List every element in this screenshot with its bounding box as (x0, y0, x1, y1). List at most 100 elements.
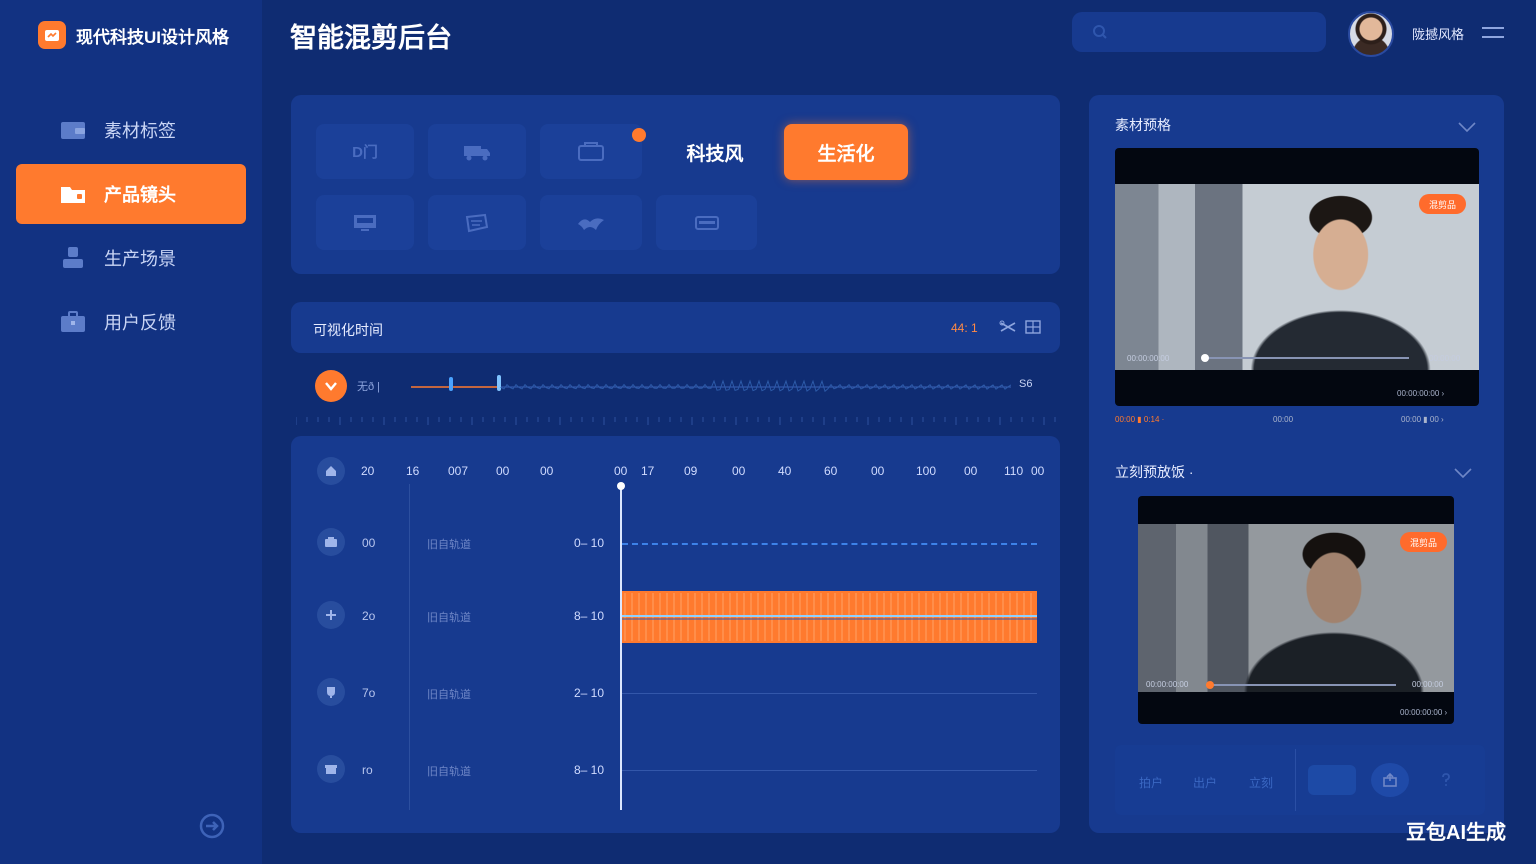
brand-logo-icon (38, 21, 66, 49)
chevron-down-icon[interactable] (1453, 467, 1473, 479)
playhead[interactable] (620, 484, 622, 810)
ruler-tick-label: 00 (871, 464, 885, 478)
style-tile-ticket[interactable] (428, 195, 526, 250)
video-badge: 混剪品 (1400, 532, 1448, 552)
playhead-handle[interactable] (617, 482, 625, 490)
page-title: 智能混剪后台 (290, 23, 452, 53)
preview-meta-row: 00:00 ▮ 0:14 · 00:00 00:00 ▮ 00 › (1115, 415, 1479, 429)
video-progress[interactable] (1201, 354, 1409, 362)
ruler-tick-label: 00 (496, 464, 510, 478)
timeline-tools (999, 320, 1041, 334)
sidebar-item-label: 产品镜头 (104, 185, 176, 205)
upload-button[interactable] (1371, 763, 1409, 797)
sidebar-item-material-tags[interactable]: 素材标签 (16, 100, 246, 160)
track-line (622, 693, 1037, 694)
avatar[interactable] (1348, 11, 1394, 57)
ruler-tick-label: 110 (1004, 464, 1024, 478)
control-label[interactable]: 出户 (1193, 774, 1217, 791)
wallet-icon (60, 117, 86, 143)
upload-icon (1383, 772, 1397, 787)
track-row[interactable]: 00 旧自轨道 0– 10 (291, 524, 1060, 564)
camera-icon[interactable] (317, 528, 345, 556)
preview-title: 立刻预放饭 · (1115, 464, 1194, 480)
plus-icon[interactable] (317, 601, 345, 629)
control-label[interactable]: 立刻 (1249, 774, 1273, 791)
style-tab-tech[interactable]: 科技风 (665, 124, 765, 180)
search-box[interactable] (1072, 12, 1326, 52)
ruler-tick-label: 09 (684, 464, 698, 478)
watermark: 豆包AI生成 (1406, 822, 1506, 844)
track-row[interactable]: 7o 旧自轨道 2– 10 (291, 674, 1060, 714)
ruler-icon[interactable] (317, 457, 345, 485)
track-line (622, 770, 1037, 771)
style-tile-monitor[interactable] (316, 195, 414, 250)
playback-controls-bar: 拍户 出户 立刻 (1115, 745, 1485, 815)
track-number: 00 (362, 536, 376, 550)
sidebar-item-label: 用户反馈 (104, 313, 176, 333)
ruler-tick-label: 007 (448, 464, 469, 478)
audio-waveform[interactable] (411, 369, 1011, 401)
video-preview-1[interactable]: 混剪品 00:00:00:00 00:00:00 00:00:00:00 › (1115, 148, 1479, 406)
meta-item: 00:00 (1273, 415, 1294, 424)
style-tab-lifestyle[interactable]: 生活化 (784, 124, 908, 180)
video-clip[interactable] (622, 591, 1037, 643)
track-range: 8– 10 (574, 763, 605, 777)
search-input[interactable] (1118, 20, 1314, 44)
ruler-tick-label: 00 (964, 464, 978, 478)
sidebar: 现代科技UI设计风格 素材标签 产品镜头 生产场景 用户反馈 (0, 0, 262, 864)
video-caption: 00:00:00:00 › (1400, 708, 1448, 717)
hamburger-menu-icon[interactable] (1482, 26, 1504, 40)
notification-dot (632, 128, 646, 142)
divider (1295, 749, 1296, 811)
track-row[interactable]: 2o 旧自轨道 8– 10 (291, 591, 1060, 643)
play-button[interactable] (315, 370, 347, 402)
track-name: 旧自轨道 (427, 612, 471, 624)
ruler-tick-label: 00 (614, 464, 628, 478)
sidebar-item-label: 素材标签 (104, 121, 176, 141)
video-time-start: 00:00:00:00 (1146, 680, 1189, 689)
track-range: 0– 10 (574, 536, 605, 550)
control-box[interactable] (1308, 765, 1356, 795)
video-caption: 00:00:00:00 › (1397, 389, 1445, 398)
ruler-tick-label: 16 (406, 464, 420, 478)
user-name[interactable]: 陇撼风格 (1412, 24, 1464, 43)
style-tile-card[interactable] (656, 195, 757, 250)
timeline-count: 44: 1 (951, 321, 978, 335)
grid-icon[interactable] (1025, 320, 1041, 334)
ruler-tick-label: 00 (732, 464, 746, 478)
video-time-end: 00:00:00 (1412, 680, 1444, 689)
logout-icon[interactable] (198, 812, 226, 840)
style-tile-bird[interactable] (540, 195, 642, 250)
ruler-tick-label: 00 (1031, 464, 1045, 478)
stamp-icon (60, 245, 86, 271)
video-time-end: 00:00:00 (1429, 354, 1461, 363)
ruler-tick-label: 00 (540, 464, 554, 478)
cup-icon[interactable] (317, 678, 345, 706)
text-icon: D门 (352, 144, 378, 161)
track-number: 2o (362, 609, 376, 623)
meta-item: 00:00 ▮ 00 › (1401, 415, 1444, 424)
control-label[interactable]: 拍户 (1139, 774, 1163, 791)
gift-icon[interactable] (317, 755, 345, 783)
folder-icon (60, 181, 86, 207)
video-progress[interactable] (1205, 681, 1396, 689)
sidebar-item-user-feedback[interactable]: 用户反馈 (16, 292, 246, 352)
sidebar-item-production-scenes[interactable]: 生产场景 (16, 228, 246, 288)
bird-icon (578, 217, 604, 230)
track-row[interactable]: ro 旧自轨道 8– 10 (291, 751, 1060, 791)
timeline-tick-strip (296, 417, 1056, 425)
video-time-start: 00:00:00:00 (1127, 354, 1170, 363)
style-tile-box[interactable] (540, 124, 646, 179)
search-icon (1093, 25, 1107, 39)
chevron-down-icon[interactable] (1457, 121, 1477, 133)
brand: 现代科技UI设计风格 (38, 21, 229, 49)
track-number: ro (362, 763, 373, 777)
home-icon (326, 466, 336, 476)
help-button[interactable] (1427, 763, 1465, 797)
video-preview-2[interactable]: 混剪品 00:00:00:00 00:00:00 00:00:00:00 › (1138, 496, 1454, 724)
sidebar-item-product-shots[interactable]: 产品镜头 (16, 164, 246, 224)
scissors-icon[interactable] (999, 320, 1017, 334)
style-tile-truck[interactable] (428, 124, 526, 179)
style-tile-text[interactable]: D门 (316, 124, 414, 179)
card-icon (694, 215, 719, 230)
